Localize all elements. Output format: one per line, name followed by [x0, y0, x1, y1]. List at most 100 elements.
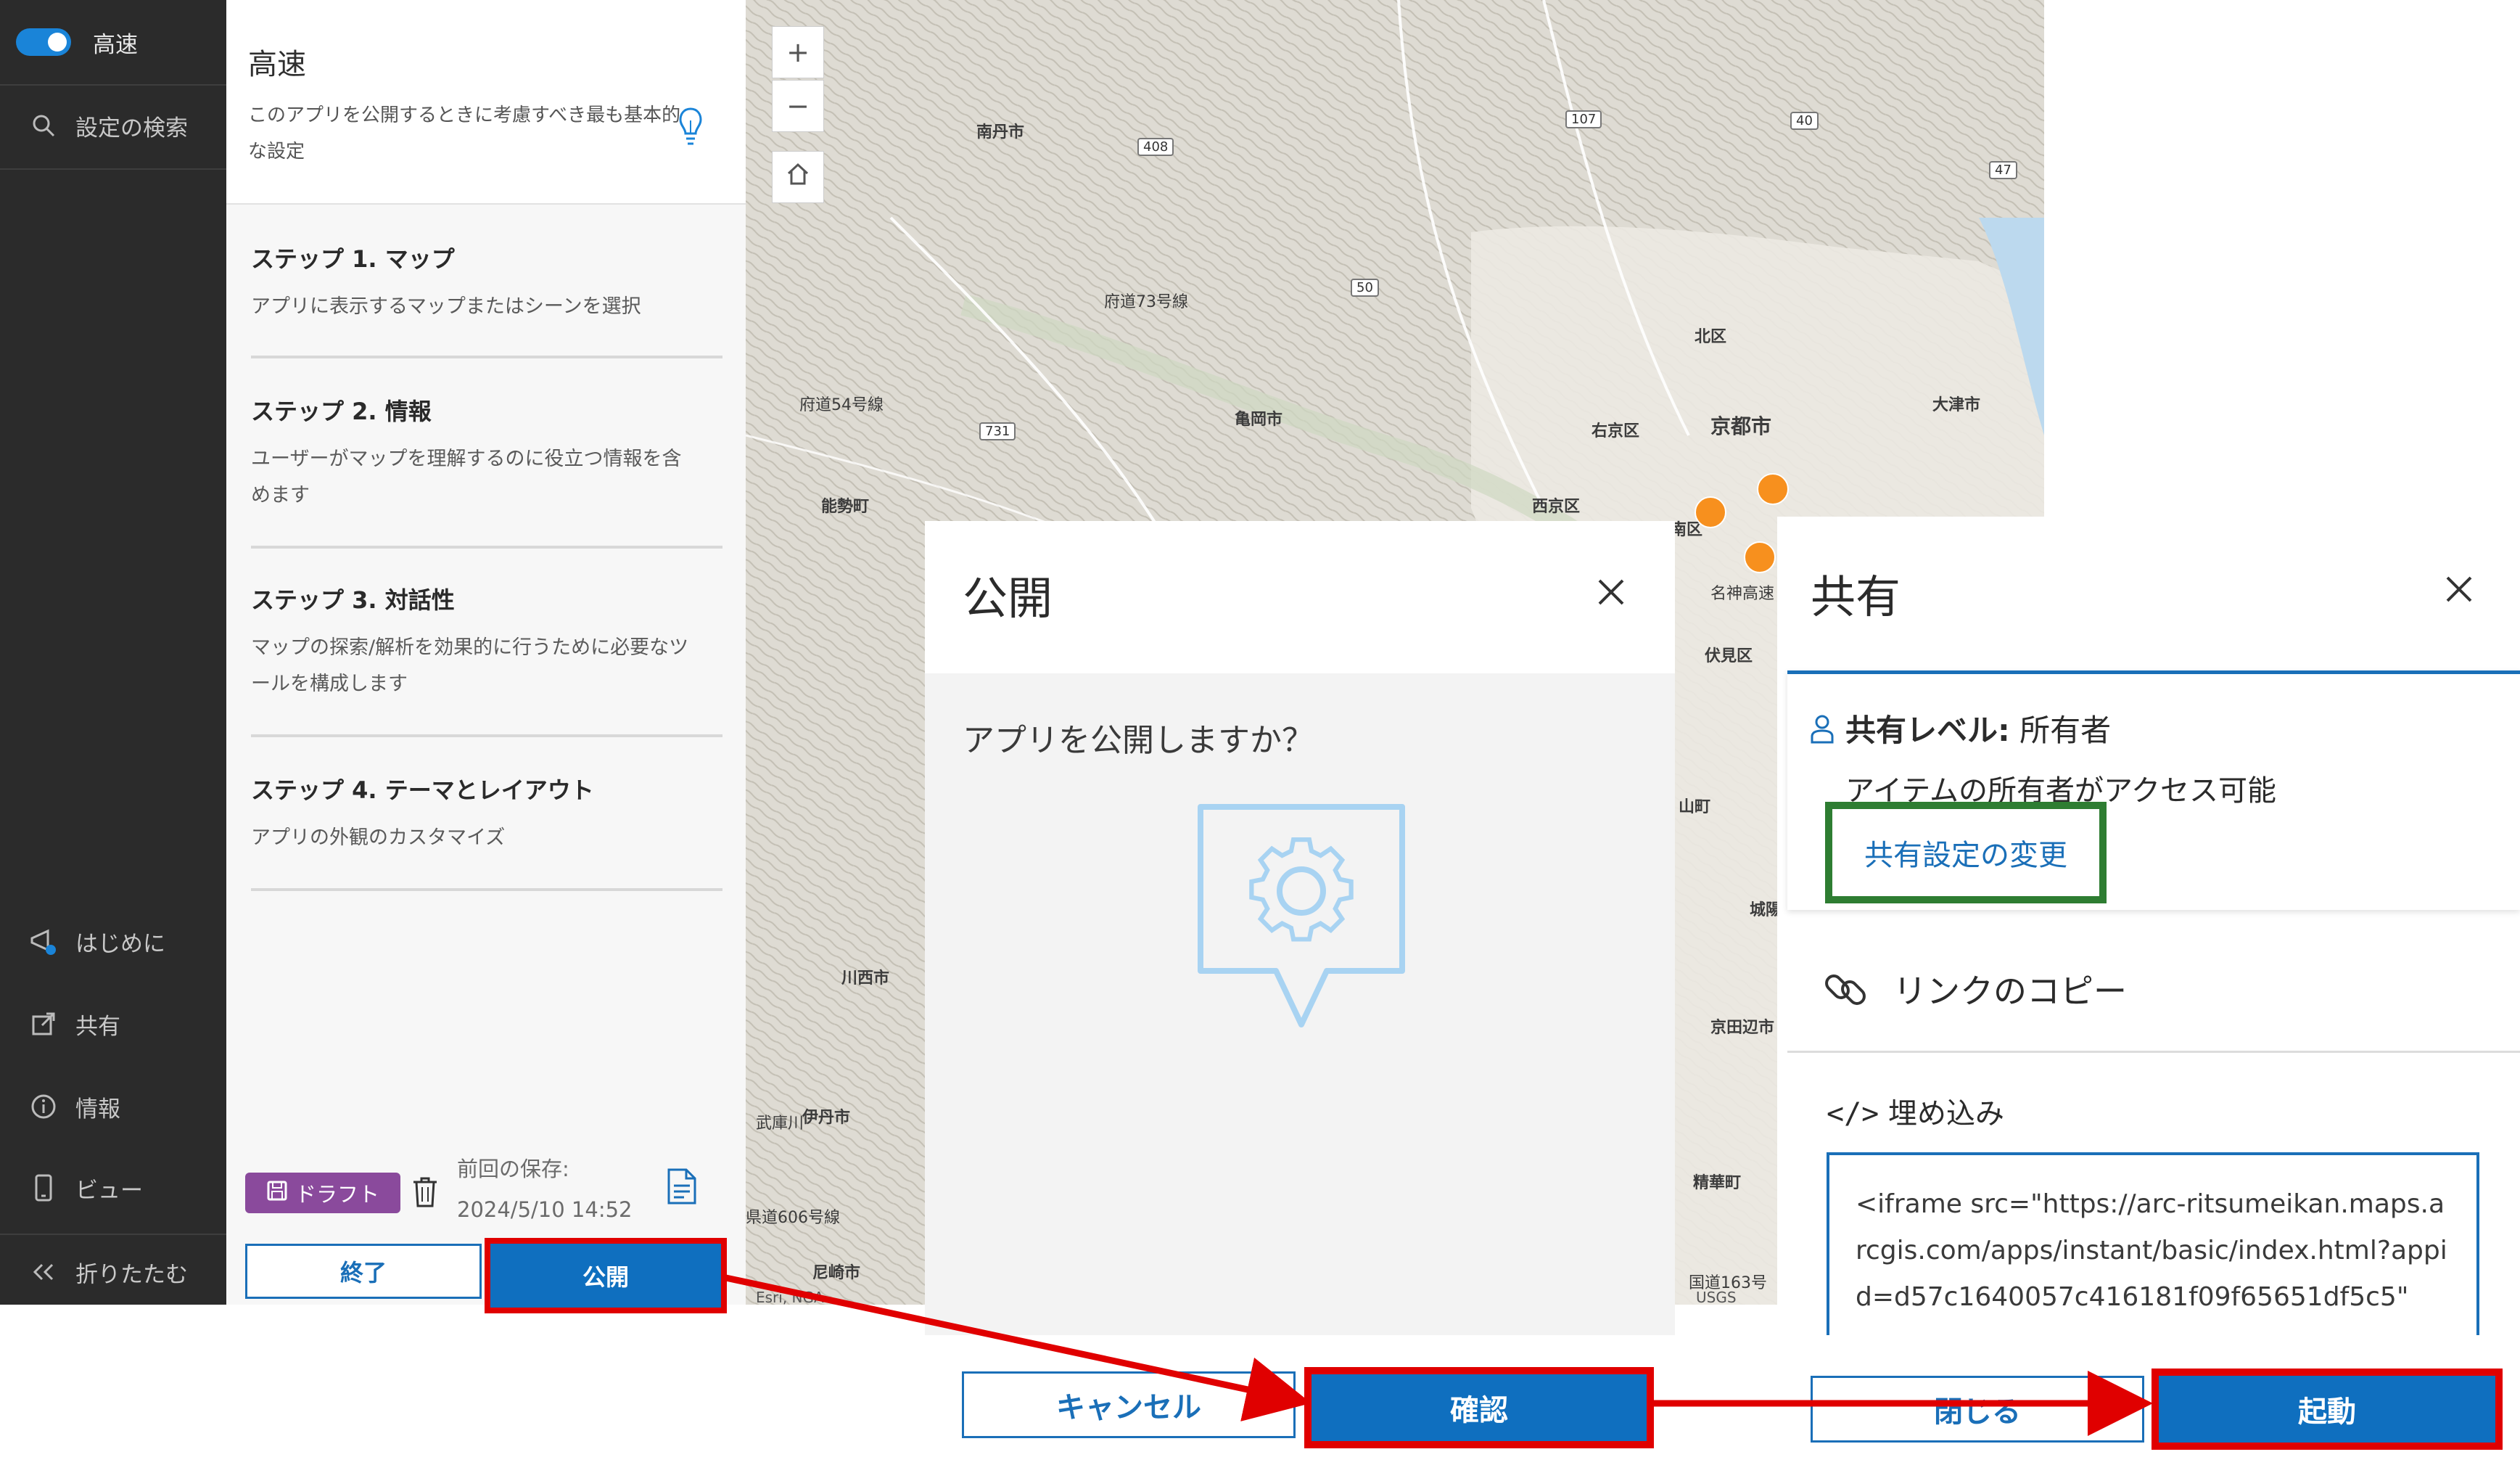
home-button[interactable] [772, 151, 824, 203]
step-description: マップの探索/解析を効果的に行うために必要なツールを構成します [251, 636, 689, 695]
road-shield: 731 [979, 422, 1016, 440]
zoom-out-button[interactable]: − [772, 80, 824, 132]
rail-item-label: ビュー [75, 1177, 143, 1204]
document-icon[interactable] [666, 1167, 698, 1209]
map-point-marker[interactable] [1744, 541, 1776, 573]
info-icon [28, 1091, 59, 1123]
change-sharing-link[interactable]: 共有設定の変更 [1825, 802, 2107, 903]
rail-item-share[interactable]: 共有 [0, 993, 226, 1055]
map-label: 南丹市 [976, 123, 1025, 141]
step-description: アプリに表示するマップまたはシーンを選択 [251, 295, 641, 318]
rail-divider [0, 84, 226, 86]
rail-item-label: はじめに [75, 930, 165, 957]
map-label: 京田辺市 [1710, 1019, 1775, 1037]
home-icon [786, 161, 810, 193]
share-dialog: 共有 共有レベル: 所有者 アイテムの所有者がアクセス可能 共有設定の変更 リン… [1777, 517, 2520, 1335]
step-description: アプリの外観のカスタマイズ [251, 826, 506, 849]
search-icon [28, 110, 59, 141]
map-label: 右京区 [1592, 422, 1640, 440]
step-info[interactable]: ステップ 2. 情報 ユーザーがマップを理解するのに役立つ情報を含めます [251, 393, 722, 549]
embed-label-text: 埋め込み [1887, 1097, 2004, 1131]
express-settings-panel: 高速 このアプリを公開するときに考慮すべき最も基本的な設定 ステップ 1. マッ… [226, 0, 746, 1305]
map-label: 府道54号線 [799, 396, 884, 414]
end-button[interactable]: 終了 [245, 1244, 482, 1299]
launch-button[interactable]: 起動 [2152, 1369, 2503, 1450]
rail-item-get-started[interactable]: はじめに [0, 910, 226, 972]
map-label: 能勢町 [821, 498, 870, 516]
dialog-title: 公開 [963, 572, 1053, 625]
panel-header: 高速 このアプリを公開するときに考慮すべき最も基本的な設定 [226, 0, 746, 205]
embed-code-textarea[interactable]: <iframe src="https://arc-ritsumeikan.map… [1827, 1152, 2479, 1335]
panel-title: 高速 [248, 48, 306, 81]
copy-link-button[interactable]: リンクのコピー [1893, 965, 2127, 1013]
panel-description: このアプリを公開するときに考慮すべき最も基本的な設定 [248, 104, 681, 163]
express-mode-toggle-row[interactable]: 高速 [0, 13, 226, 71]
step-theme-layout[interactable]: ステップ 4. テーマとレイアウト アプリの外観のカスタマイズ [251, 772, 722, 891]
trash-icon[interactable] [411, 1175, 440, 1212]
road-shield: 47 [1989, 161, 2017, 179]
user-icon [1809, 713, 1835, 748]
map-label: 精華町 [1693, 1174, 1742, 1192]
publish-dialog: 公開 アプリを公開しますか？ [925, 521, 1675, 1335]
map-label: 亀岡市 [1235, 411, 1283, 429]
step-title: ステップ 2. 情報 [251, 398, 432, 425]
map-label: 尼崎市 [812, 1264, 861, 1282]
map-point-marker[interactable] [1695, 496, 1726, 528]
express-mode-toggle[interactable] [16, 28, 71, 56]
divider [1787, 1051, 2520, 1053]
road-shield: 40 [1790, 112, 1819, 130]
rail-item-info[interactable]: 情報 [0, 1075, 226, 1138]
road-shield: 107 [1565, 110, 1602, 128]
rail-item-label: 情報 [75, 1096, 120, 1123]
step-title: ステップ 3. 対話性 [251, 586, 455, 614]
map-label: 府道73号線 [1104, 293, 1188, 311]
app-sidebar-rail: 高速 設定の検索 はじめに 共有 情報 ビュー 折りたたむ [0, 0, 226, 1305]
publish-button[interactable]: 公開 [485, 1238, 727, 1313]
rail-item-view[interactable]: ビュー [0, 1157, 226, 1219]
publish-question: アプリを公開しますか？ [963, 722, 1314, 759]
rail-divider [0, 168, 226, 170]
map-label: 伊丹市 [802, 1109, 851, 1127]
settings-gear-icon [1189, 800, 1414, 1035]
share-level-text: 共有レベル: 所有者 [1845, 706, 2111, 750]
last-saved-time: 2024/5/10 14:52 [457, 1197, 633, 1222]
settings-search-label: 設定の検索 [75, 115, 188, 141]
zoom-in-button[interactable]: + [772, 26, 824, 78]
map-label: 京都市 [1710, 414, 1772, 438]
lightbulb-icon[interactable] [678, 106, 704, 151]
rail-divider [0, 1234, 226, 1235]
share-level-section: 共有レベル: 所有者 アイテムの所有者がアクセス可能 共有設定の変更 [1787, 670, 2520, 910]
link-icon[interactable] [1821, 964, 1872, 1017]
map-label: 大津市 [1932, 396, 1981, 414]
map-label: 北区 [1695, 328, 1727, 346]
step-map[interactable]: ステップ 1. マップ アプリに表示するマップまたはシーンを選択 [251, 241, 722, 358]
blank-area [2044, 0, 2520, 517]
share-level-value: 所有者 [2019, 713, 2112, 748]
chevron-double-left-icon [28, 1256, 59, 1288]
road-shield: 408 [1137, 138, 1174, 156]
share-icon [28, 1008, 59, 1040]
embed-label: </> 埋め込み [1827, 1090, 2004, 1132]
settings-search[interactable]: 設定の検索 [0, 94, 226, 157]
code-icon: </> [1827, 1097, 1879, 1131]
step-title: ステップ 1. マップ [251, 245, 455, 273]
step-interactivity[interactable]: ステップ 3. 対話性 マップの探索/解析を効果的に行うために必要なツールを構成… [251, 582, 722, 737]
confirm-button[interactable]: 確認 [1304, 1367, 1654, 1448]
cancel-button[interactable]: キャンセル [962, 1371, 1296, 1438]
collapse-button[interactable]: 折りたたむ [0, 1241, 226, 1303]
map-point-marker[interactable] [1757, 473, 1789, 505]
rail-item-label: 共有 [75, 1013, 120, 1040]
map-attribution: Esri, NGA [756, 1289, 824, 1305]
close-icon[interactable] [1589, 570, 1633, 614]
map-label: 県道606号線 [746, 1209, 840, 1227]
close-icon[interactable] [2437, 567, 2481, 611]
mobile-icon [28, 1172, 59, 1204]
dialog-title: 共有 [1811, 570, 1901, 623]
step-description: ユーザーがマップを理解するのに役立つ情報を含めます [251, 448, 682, 506]
map-attribution: USGS [1696, 1289, 1737, 1305]
collapse-label: 折りたたむ [75, 1261, 188, 1288]
map-label: 山町 [1679, 798, 1711, 816]
map-label: 川西市 [841, 969, 890, 988]
close-button[interactable]: 閉じる [1811, 1376, 2144, 1443]
map-label: 武庫川 [756, 1115, 804, 1133]
